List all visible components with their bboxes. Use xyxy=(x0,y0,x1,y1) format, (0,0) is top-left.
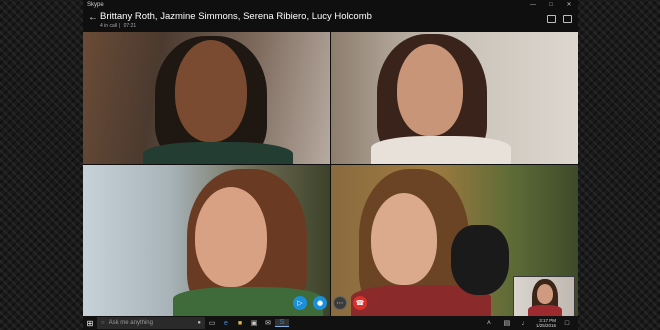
screen-share-icon[interactable] xyxy=(547,15,556,23)
video-tile-participant-1[interactable] xyxy=(83,32,330,164)
chat-icon[interactable] xyxy=(563,15,572,23)
chevron-up-icon[interactable]: ˄ xyxy=(482,320,496,327)
taskbar-search[interactable]: ○ Ask me anything ● xyxy=(97,317,205,329)
participant-face xyxy=(371,193,437,285)
network-icon[interactable]: ▤ xyxy=(500,319,514,327)
video-camera-icon: ▷ xyxy=(297,299,303,307)
search-placeholder: Ask me anything xyxy=(108,320,153,326)
back-arrow-icon[interactable]: ← xyxy=(88,12,98,23)
clock[interactable]: 3:17 PM 1/25/2016 xyxy=(536,318,556,328)
call-duration: 07:21 xyxy=(123,23,137,29)
mute-button[interactable]: ● xyxy=(313,296,327,310)
self-view-video[interactable] xyxy=(513,276,575,319)
windows-taskbar: ⊞ ○ Ask me anything ● ▭ e ■ ▣ ✉ S ˄ ▤ ♩ … xyxy=(83,316,578,330)
call-header-actions xyxy=(547,15,572,23)
call-controls: ▷ ● ⋯ ☎ xyxy=(293,296,367,310)
mic-icon[interactable]: ● xyxy=(197,320,201,326)
minimize-button[interactable]: — xyxy=(524,2,542,8)
participant-shoulders xyxy=(143,142,293,164)
task-view-icon[interactable]: ▭ xyxy=(205,319,219,327)
clock-date: 1/25/2016 xyxy=(535,323,556,328)
participant-face xyxy=(195,187,267,287)
more-options-button[interactable]: ⋯ xyxy=(333,296,347,310)
edge-icon[interactable]: e xyxy=(219,320,233,327)
call-count: 4 in call xyxy=(100,23,117,29)
close-button[interactable]: ✕ xyxy=(560,1,578,8)
store-icon[interactable]: ▣ xyxy=(247,319,261,327)
skype-taskbar-icon[interactable]: S xyxy=(275,319,289,327)
participant-shoulders xyxy=(371,136,511,164)
app-title: Skype xyxy=(87,1,104,8)
volume-icon[interactable]: ♩ xyxy=(518,320,532,327)
video-tile-participant-3[interactable] xyxy=(83,165,330,316)
search-circle-icon: ○ xyxy=(101,320,105,326)
dog xyxy=(451,225,509,295)
participant-face xyxy=(397,44,463,136)
end-call-icon: ☎ xyxy=(355,299,365,307)
start-icon[interactable]: ⊞ xyxy=(83,319,97,328)
end-call-button[interactable]: ☎ xyxy=(353,296,367,310)
more-icon: ⋯ xyxy=(336,299,344,307)
mail-icon[interactable]: ✉ xyxy=(261,319,275,327)
maximize-button[interactable]: □ xyxy=(542,2,560,8)
title-bar: Skype — □ ✕ xyxy=(83,0,578,9)
skype-window: Skype — □ ✕ ← Brittany Roth, Jazmine Sim… xyxy=(83,0,578,330)
participant-names: Brittany Roth, Jazmine Simmons, Serena R… xyxy=(100,11,372,22)
file-explorer-icon[interactable]: ■ xyxy=(233,320,247,327)
microphone-icon: ● xyxy=(316,299,324,307)
system-tray: ˄ ▤ ♩ 3:17 PM 1/25/2016 □ xyxy=(482,318,578,328)
call-header: ← Brittany Roth, Jazmine Simmons, Serena… xyxy=(83,9,578,32)
notifications-icon[interactable]: □ xyxy=(560,320,574,327)
participant-face xyxy=(175,40,247,142)
self-face xyxy=(537,284,553,304)
video-tile-participant-2[interactable] xyxy=(331,32,578,164)
call-status: 4 in call | 07:21 xyxy=(100,23,137,29)
video-toggle-button[interactable]: ▷ xyxy=(293,296,307,310)
